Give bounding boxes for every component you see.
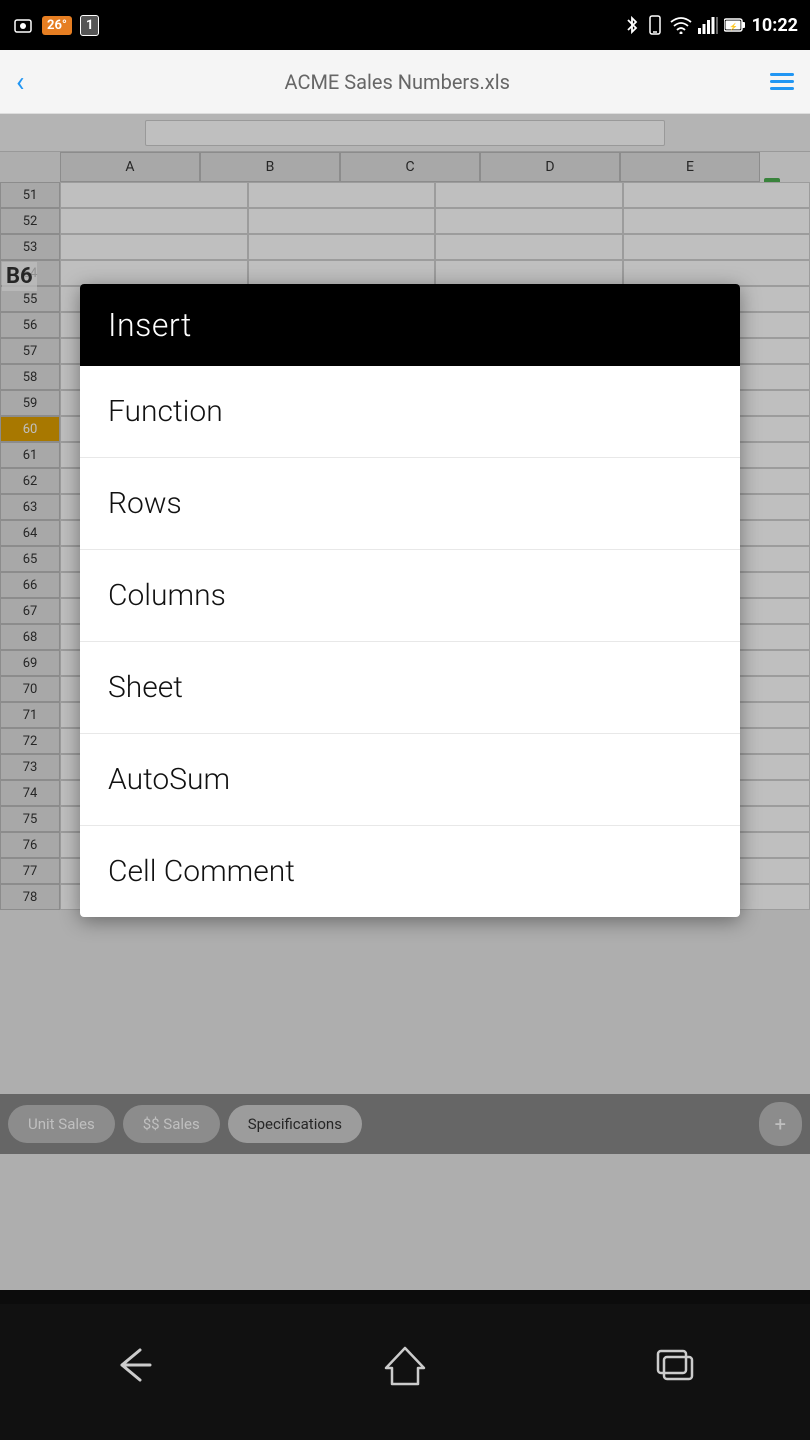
phone-icon: [646, 14, 664, 36]
menu-item-autosum[interactable]: AutoSum: [80, 734, 740, 826]
time-display: 10:22: [752, 15, 798, 36]
menu-line-1: [770, 73, 794, 76]
menu-item-function[interactable]: Function: [80, 366, 740, 458]
menu-button[interactable]: [770, 73, 794, 90]
spreadsheet-area: B6 A B C D E 51 52 53 54 55 56 57 58 59 …: [0, 114, 810, 1304]
svg-text:⚡: ⚡: [729, 22, 738, 31]
home-nav-button[interactable]: [365, 1325, 445, 1405]
back-button[interactable]: ‹: [16, 65, 24, 98]
signal-icon: [698, 16, 718, 34]
menu-line-3: [770, 87, 794, 90]
menu-item-rows[interactable]: Rows: [80, 458, 740, 550]
menu-item-columns[interactable]: Columns: [80, 550, 740, 642]
bluetooth-icon: [624, 14, 640, 36]
menu-line-2: [770, 80, 794, 83]
insert-menu-header: Insert: [80, 284, 740, 366]
menu-item-cell-comment[interactable]: Cell Comment: [80, 826, 740, 917]
screenshot-icon: [12, 14, 34, 36]
status-bar-right: ⚡ 10:22: [624, 14, 798, 36]
status-bar: 26° 1 ⚡: [0, 0, 810, 50]
app-header: ‹ ACME Sales Numbers.xls: [0, 50, 810, 114]
document-title: ACME Sales Numbers.xls: [24, 70, 770, 94]
weather-badge: 26°: [42, 16, 72, 35]
num-badge: 1: [80, 15, 99, 36]
bottom-nav: [0, 1290, 810, 1440]
insert-menu: Insert Function Rows Columns Sheet AutoS…: [80, 284, 740, 917]
menu-item-sheet[interactable]: Sheet: [80, 642, 740, 734]
battery-icon: ⚡: [724, 18, 746, 32]
recent-nav-button[interactable]: [635, 1325, 715, 1405]
back-nav-button[interactable]: [95, 1325, 175, 1405]
wifi-icon: [670, 16, 692, 34]
status-bar-left: 26° 1: [12, 14, 99, 36]
